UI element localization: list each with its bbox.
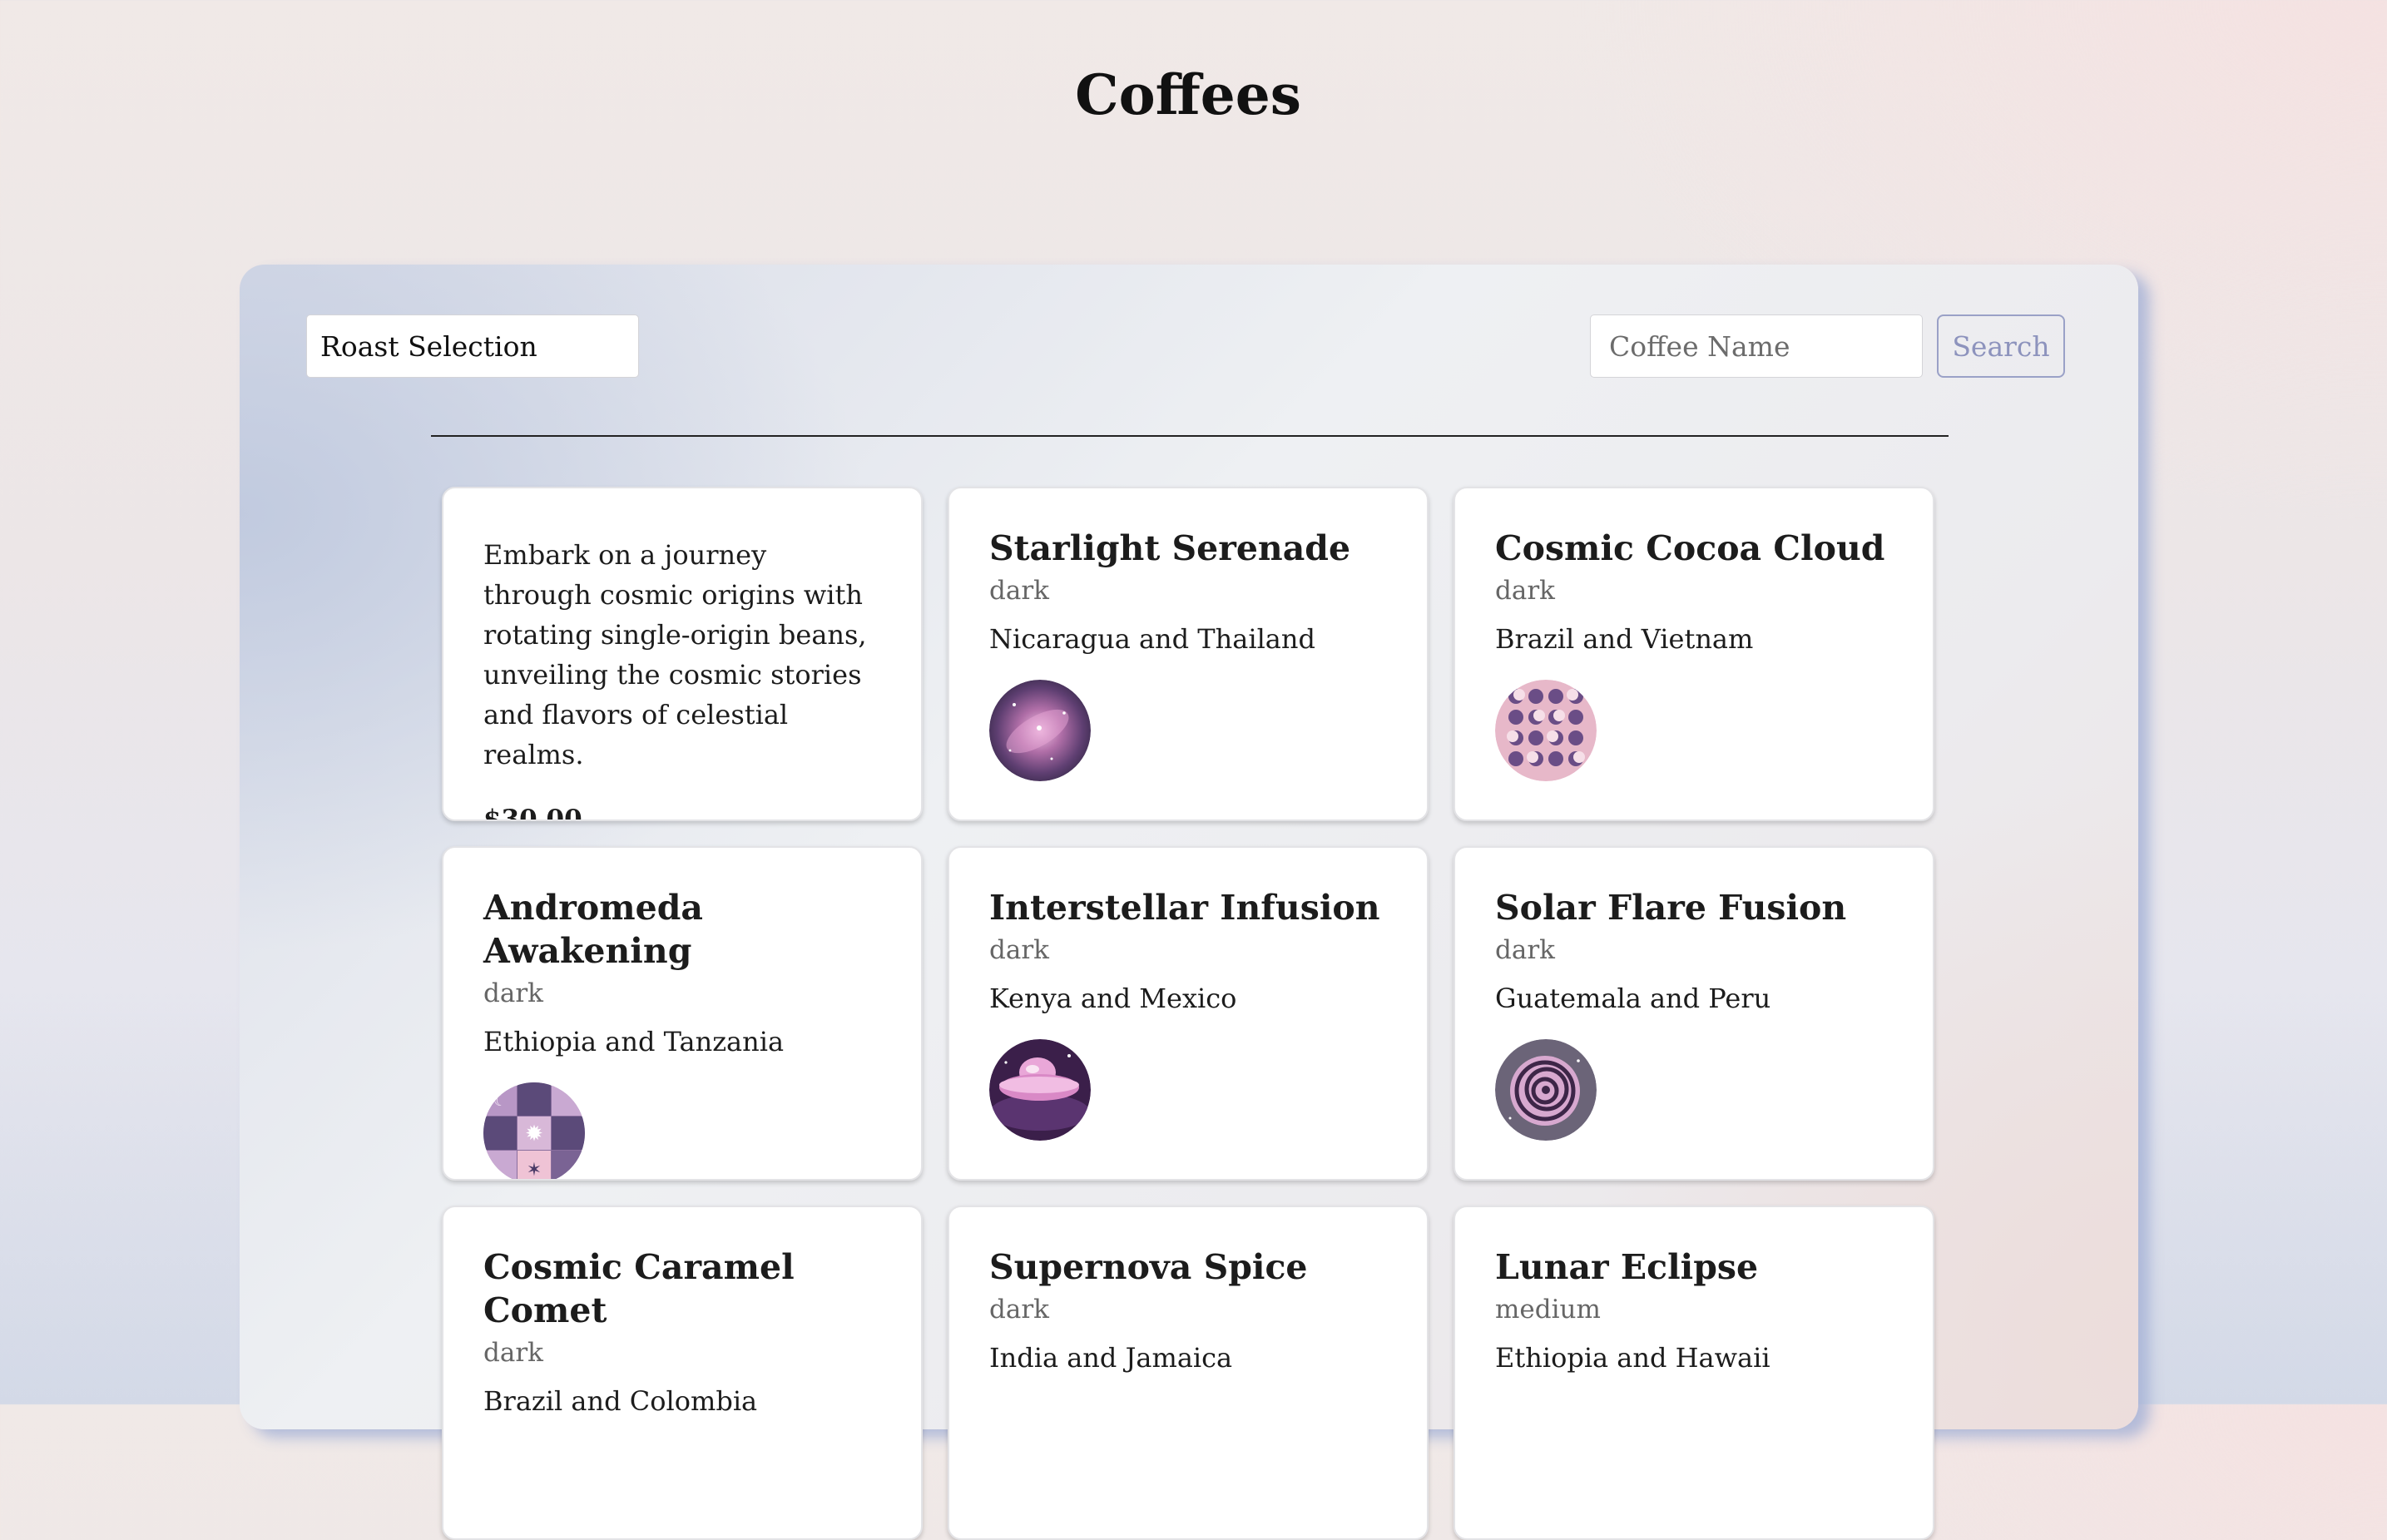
coffee-origin: Brazil and Vietnam [1495,623,1754,655]
featured-description: Embark on a journey through cosmic origi… [483,539,867,770]
coffee-roast: dark [1495,576,1555,606]
coffee-roast: dark [483,1338,543,1368]
celestial-tiles-image: ✹ ✶ ☾ [483,1082,585,1181]
coffee-card[interactable]: Solar Flare Fusion dark Guatemala and Pe… [1453,846,1934,1181]
coffee-card[interactable]: Supernova Spice dark India and Jamaica [948,1206,1429,1540]
coffee-panel: Roast Selection Search Embark on a journ… [240,265,2138,1540]
featured-card[interactable]: Embark on a journey through cosmic origi… [442,487,923,821]
coffee-name: Cosmic Caramel Comet [483,1247,795,1330]
coffee-name: Starlight Serenade [989,528,1351,568]
spiral-galaxy-image [1495,1039,1597,1141]
nebula-image [989,680,1091,781]
coffee-name: Lunar Eclipse [1495,1247,1759,1287]
coffee-name: Interstellar Infusion [989,888,1380,928]
coffee-grid: Embark on a journey through cosmic origi… [442,487,1939,1540]
coffee-origin: Nicaragua and Thailand [989,623,1315,655]
coffee-name: Andromeda Awakening [483,888,703,971]
coffee-card[interactable]: Cosmic Caramel Comet dark Brazil and Col… [442,1206,923,1540]
coffee-origin: Guatemala and Peru [1495,983,1771,1014]
coffee-card[interactable]: Cosmic Cocoa Cloud dark Brazil and Vietn… [1453,487,1934,821]
coffee-roast: dark [483,978,543,1008]
moon-phases-image [1495,680,1597,781]
coffee-roast: dark [989,935,1049,965]
coffee-roast: dark [1495,935,1555,965]
coffee-origin: Ethiopia and Hawaii [1495,1342,1770,1374]
coffee-name: Cosmic Cocoa Cloud [1495,528,1885,568]
coffee-origin: Ethiopia and Tanzania [483,1026,785,1057]
search-button[interactable]: Search [1937,314,2065,378]
coffee-card[interactable]: Lunar Eclipse medium Ethiopia and Hawaii [1453,1206,1934,1540]
ufo-image [989,1039,1091,1141]
coffee-origin: India and Jamaica [989,1342,1233,1374]
coffee-roast: dark [989,1295,1049,1325]
roast-select[interactable]: Roast Selection [306,314,639,378]
coffee-name: Solar Flare Fusion [1495,888,1847,928]
coffee-origin: Brazil and Colombia [483,1385,758,1417]
featured-price: $30.00 [483,805,582,821]
coffee-card[interactable]: Andromeda Awakening dark Ethiopia and Ta… [442,846,923,1181]
svg-text:✶: ✶ [527,1160,542,1181]
coffee-roast: dark [989,576,1049,606]
coffee-name-input[interactable] [1590,314,1923,378]
coffee-name: Supernova Spice [989,1247,1308,1287]
coffee-roast: medium [1495,1295,1601,1325]
svg-text:☾: ☾ [493,1092,507,1110]
coffee-card[interactable]: Starlight Serenade dark Nicaragua and Th… [948,487,1429,821]
coffee-origin: Kenya and Mexico [989,983,1237,1014]
divider [431,435,1949,437]
page-title: Coffees [1075,62,1301,127]
coffee-card[interactable]: Interstellar Infusion dark Kenya and Mex… [948,846,1429,1181]
svg-text:✹: ✹ [525,1122,543,1146]
